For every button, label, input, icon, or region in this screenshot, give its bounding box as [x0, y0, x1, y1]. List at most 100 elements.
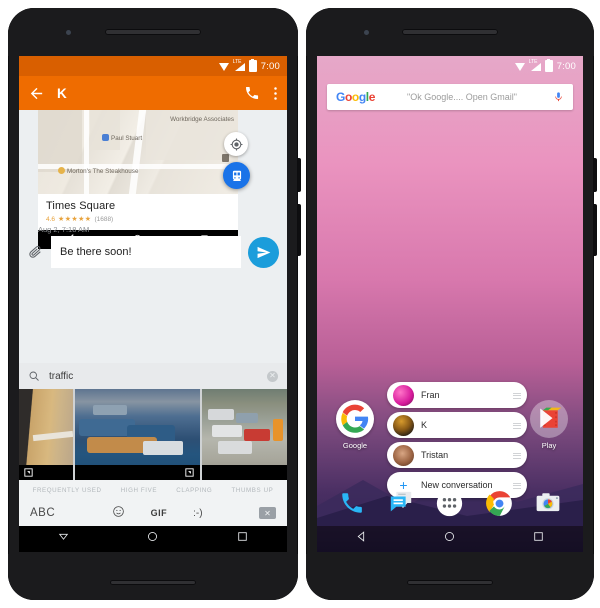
signal-network-label: LTE	[232, 58, 242, 65]
drag-handle-icon[interactable]	[513, 392, 521, 399]
abc-key[interactable]: ABC	[30, 507, 55, 519]
signal-network-label: LTE	[528, 58, 538, 65]
nav-recents-icon[interactable]	[236, 530, 249, 548]
emoji-smiley-icon[interactable]	[112, 505, 125, 521]
front-camera-icon	[364, 30, 369, 35]
keyboard-bottom-row: ABC GIF :-) ✕	[19, 500, 287, 526]
gif-search-row[interactable]: traffic ✕	[19, 363, 287, 389]
earpiece-speaker	[402, 29, 498, 35]
back-arrow-icon[interactable]	[28, 85, 45, 102]
place-rating: 4.6 ★★★★★ (1688)	[46, 215, 230, 224]
shortcut-label: Fran	[421, 390, 440, 400]
shortcut-item-k[interactable]: K	[387, 412, 527, 438]
backspace-icon[interactable]: ✕	[259, 507, 276, 519]
left-status-bar: LTE 7:00	[19, 56, 287, 76]
earpiece-speaker	[105, 29, 201, 35]
dock-icon-messages[interactable]	[385, 487, 417, 519]
play-movies-icon	[530, 400, 568, 438]
wifi-icon	[514, 62, 526, 71]
gif-search-query: traffic	[49, 370, 74, 382]
google-g-icon	[336, 400, 374, 438]
left-phone-device: LTE 7:00 K Workbridge Associates Paul St…	[8, 8, 301, 600]
dock-icon-phone[interactable]	[336, 487, 368, 519]
bottom-speaker	[407, 580, 493, 585]
message-input[interactable]: Be there soon!	[51, 236, 241, 268]
shortcut-label: Tristan	[421, 450, 449, 460]
google-search-widget[interactable]: Google "Ok Google.... Open Gmail"	[327, 84, 573, 110]
signal-icon: LTE	[232, 58, 245, 71]
map-label-workbridge: Workbridge Associates	[170, 116, 234, 123]
emoji-category-tabs: FREQUENTLY USED HIGH FIVE CLAPPING THUMB…	[19, 480, 287, 500]
signal-icon: LTE	[528, 58, 541, 71]
left-phone-top-bezel	[8, 8, 298, 56]
nav-home-icon[interactable]	[443, 530, 456, 548]
emoji-category-tab[interactable]: HIGH FIVE	[121, 487, 157, 494]
attachment-clip-icon[interactable]	[27, 244, 44, 261]
home-dock	[317, 480, 583, 526]
gif-result-tile[interactable]	[202, 389, 287, 480]
messaging-app-bar: K	[19, 76, 287, 110]
map-label-paul-stuart: Paul Stuart	[102, 134, 142, 142]
keyboard-mid-group: GIF :-)	[55, 505, 259, 521]
map-poi-marker	[222, 154, 229, 162]
overflow-menu-icon[interactable]	[273, 85, 278, 102]
nav-recents-icon[interactable]	[532, 530, 545, 548]
nav-back-icon[interactable]	[355, 530, 368, 548]
shortcut-item-fran[interactable]: Fran	[387, 382, 527, 408]
status-clock: 7:00	[556, 60, 576, 72]
message-composer-row: Be there soon!	[19, 236, 287, 268]
dock-icon-app-drawer[interactable]	[434, 487, 466, 519]
app-label-play: Play	[541, 441, 557, 450]
bottom-speaker	[110, 580, 196, 585]
avatar-k	[393, 414, 414, 436]
shortcut-label: K	[421, 420, 428, 430]
emoticon-key[interactable]: :-)	[193, 508, 202, 519]
app-icon-google[interactable]: Google	[331, 400, 379, 450]
drag-handle-icon[interactable]	[513, 422, 521, 429]
gif-picker-panel: traffic ✕ FREQUENTLY USED HIGH FIVE CLAP…	[19, 363, 287, 526]
rating-count: (1688)	[94, 215, 114, 223]
emoji-category-tab[interactable]: CLAPPING	[176, 487, 212, 494]
power-button[interactable]	[298, 158, 301, 192]
avatar-tristan	[393, 444, 414, 466]
emoji-category-tab[interactable]: FREQUENTLY USED	[33, 487, 102, 494]
conversation-area: Workbridge Associates Paul Stuart Morton…	[19, 110, 287, 526]
message-timestamp: Aug 2, 7:18 AM	[38, 225, 90, 234]
expand-icon[interactable]	[23, 465, 34, 477]
volume-button[interactable]	[594, 204, 597, 256]
gif-result-tile[interactable]	[19, 389, 73, 480]
phone-call-icon[interactable]	[244, 85, 261, 102]
emoji-category-tab[interactable]: THUMBS UP	[232, 487, 274, 494]
volume-button[interactable]	[298, 204, 301, 256]
my-location-icon[interactable]	[224, 132, 248, 156]
app-icon-play[interactable]: Play	[525, 400, 573, 450]
drag-handle-icon[interactable]	[513, 452, 521, 459]
right-phone-screen: LTE 7:00 Google "Ok Google.... Open Gmai…	[317, 56, 583, 552]
dock-icon-camera[interactable]	[532, 487, 564, 519]
clear-x-icon[interactable]: ✕	[267, 370, 278, 382]
right-phone-bottom-bezel	[306, 554, 594, 600]
battery-icon	[544, 58, 553, 72]
message-input-text: Be there soon!	[60, 246, 132, 258]
conversation-title: K	[57, 85, 68, 101]
gif-result-tile[interactable]	[75, 389, 200, 480]
power-button[interactable]	[594, 158, 597, 192]
right-status-bar: LTE 7:00	[317, 56, 583, 76]
wifi-icon	[218, 62, 230, 71]
nav-down-icon[interactable]	[57, 530, 70, 548]
microphone-icon[interactable]	[553, 90, 564, 104]
battery-icon	[248, 58, 257, 72]
map-thumbnail[interactable]: Workbridge Associates Paul Stuart Morton…	[38, 110, 238, 194]
expand-icon[interactable]	[184, 465, 195, 477]
home-screen: LTE 7:00 Google "Ok Google.... Open Gmai…	[317, 56, 583, 552]
place-name: Times Square	[46, 200, 116, 212]
dock-icon-chrome[interactable]	[483, 487, 515, 519]
shortcut-item-tristan[interactable]: Tristan	[387, 442, 527, 468]
gif-results	[19, 389, 287, 480]
send-button[interactable]	[248, 236, 279, 268]
nav-home-icon[interactable]	[146, 530, 159, 548]
directions-transit-icon[interactable]	[223, 162, 250, 189]
app-label-google: Google	[342, 441, 368, 450]
gif-key[interactable]: GIF	[151, 508, 168, 518]
front-camera-icon	[66, 30, 71, 35]
